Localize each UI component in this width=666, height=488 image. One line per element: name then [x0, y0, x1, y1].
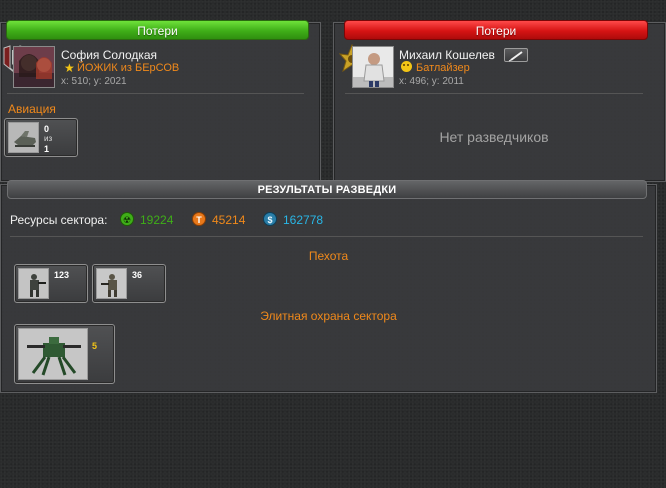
skull-icon	[401, 61, 412, 72]
credits-icon: $	[263, 212, 277, 226]
left-losses-header: Потери	[6, 20, 309, 40]
aviation-unit-card[interactable]: 0 из 1	[4, 118, 78, 157]
right-losses-header: Потери	[344, 20, 648, 40]
titanium-icon: T	[192, 212, 206, 226]
right-divider	[345, 93, 643, 94]
elite-unit-count: 5	[92, 341, 98, 351]
right-player-name[interactable]: Михаил Кошелев	[399, 48, 495, 62]
elite-guard-title: Элитная охрана сектора	[260, 309, 397, 323]
left-player-coords: x: 510; y: 2021	[61, 76, 127, 87]
resource-titanium-value: 45214	[212, 213, 246, 227]
star-icon: ★	[64, 61, 75, 75]
edit-button[interactable]	[504, 48, 528, 62]
results-title: РЕЗУЛЬТАТЫ РАЗВЕДКИ	[7, 180, 647, 199]
aviation-count-top: 0	[44, 124, 50, 134]
right-player-clan[interactable]: Батлайзер	[416, 62, 470, 74]
aviation-count-of: из	[44, 134, 53, 143]
aviation-count-bottom: 1	[44, 144, 50, 154]
infantry-unit-count: 123	[54, 270, 70, 280]
infantry-unit-image	[18, 268, 49, 299]
elite-unit-card[interactable]: 5	[14, 324, 115, 384]
infantry-unit-card[interactable]: 36	[92, 264, 166, 303]
infantry-unit-card[interactable]: 123	[14, 264, 88, 303]
aviation-unit-image	[8, 122, 39, 153]
infantry-unit-image	[96, 268, 127, 299]
right-player-avatar[interactable]	[352, 46, 394, 88]
left-divider	[7, 93, 304, 94]
left-player-avatar[interactable]	[13, 46, 55, 88]
left-player-clan[interactable]: ЙОЖИК из БЕрСОВ	[77, 62, 179, 74]
results-divider	[10, 236, 643, 237]
resource-radiation-value: 19224	[140, 213, 174, 227]
infantry-title: Пехота	[308, 249, 349, 263]
radiation-icon: ☢	[120, 212, 134, 226]
no-scouts-message: Нет разведчиков	[439, 129, 549, 145]
pencil-icon	[508, 51, 523, 62]
infantry-unit-count: 36	[132, 270, 143, 280]
resources-label: Ресурсы сектора:	[10, 213, 108, 227]
right-player-coords: x: 496; y: 2011	[399, 76, 464, 87]
left-section-title: Авиация	[8, 102, 56, 116]
elite-unit-image	[18, 328, 88, 380]
resource-credits-value: 162778	[283, 213, 324, 227]
left-player-name[interactable]: София Солодкая	[61, 48, 157, 62]
